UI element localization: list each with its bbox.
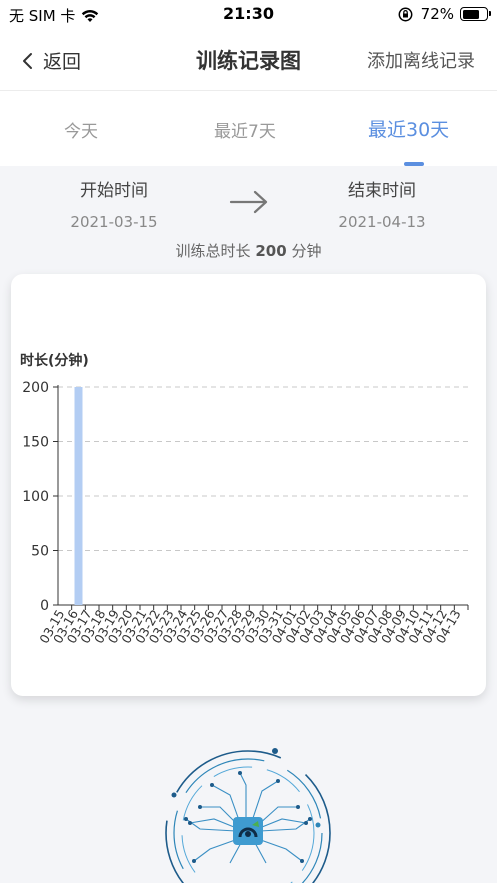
total-prefix: 训练总时长 [175,242,251,260]
y-axis-label: 时长(分钟) [20,352,89,369]
status-bar: 无 SIM 卡 21:30 72% [0,0,497,30]
battery-percent: 72% [420,5,454,23]
total-unit: 分钟 [291,242,322,260]
bar-03-16 [74,387,83,605]
status-right: 72% [398,5,491,23]
total-duration: 训练总时长 200 分钟 [0,240,497,261]
date-range: 开始时间 2021-03-15 结束时间 2021-04-13 [0,176,497,236]
end-date-label: 结束时间 [348,181,416,201]
arrow-right-icon [229,190,268,214]
y-tick-label: 0 [40,598,49,614]
battery-icon [460,7,491,21]
active-tab-indicator [404,162,424,166]
tab-last-30-days[interactable]: 最近30天 [368,115,449,142]
duration-bar-chart: 时长(分钟)05010015020003-1503-1603-1703-1803… [20,352,469,646]
chart-card: 时长(分钟) 0 50 100 150 200 03-15 03-16 03-17 03-18 03… [11,274,486,696]
orientation-lock-icon [398,7,413,21]
tab-last-7-days[interactable]: 最近7天 [214,117,276,142]
y-tick-label: 50 [31,544,49,560]
total-value: 200 [255,242,287,260]
start-date-label: 开始时间 [80,181,148,201]
nav-bar: 返回 训练记录图 添加离线记录 [0,30,497,90]
app-logo [160,745,336,883]
y-tick-label: 150 [22,435,49,451]
y-tick-label: 200 [22,380,49,396]
end-date-block[interactable]: 结束时间 2021-04-13 [302,176,462,231]
start-date-block[interactable]: 开始时间 2021-03-15 [34,176,194,231]
y-tick-label: 100 [22,489,49,505]
tab-today[interactable]: 今天 [64,117,98,142]
start-date-value: 2021-03-15 [70,213,158,231]
add-offline-record-button[interactable]: 添加离线记录 [367,47,475,73]
end-date-value: 2021-04-13 [338,213,426,231]
circuit-brain-logo [165,748,331,883]
range-tabs: 今天 最近7天 最近30天 [0,90,497,166]
